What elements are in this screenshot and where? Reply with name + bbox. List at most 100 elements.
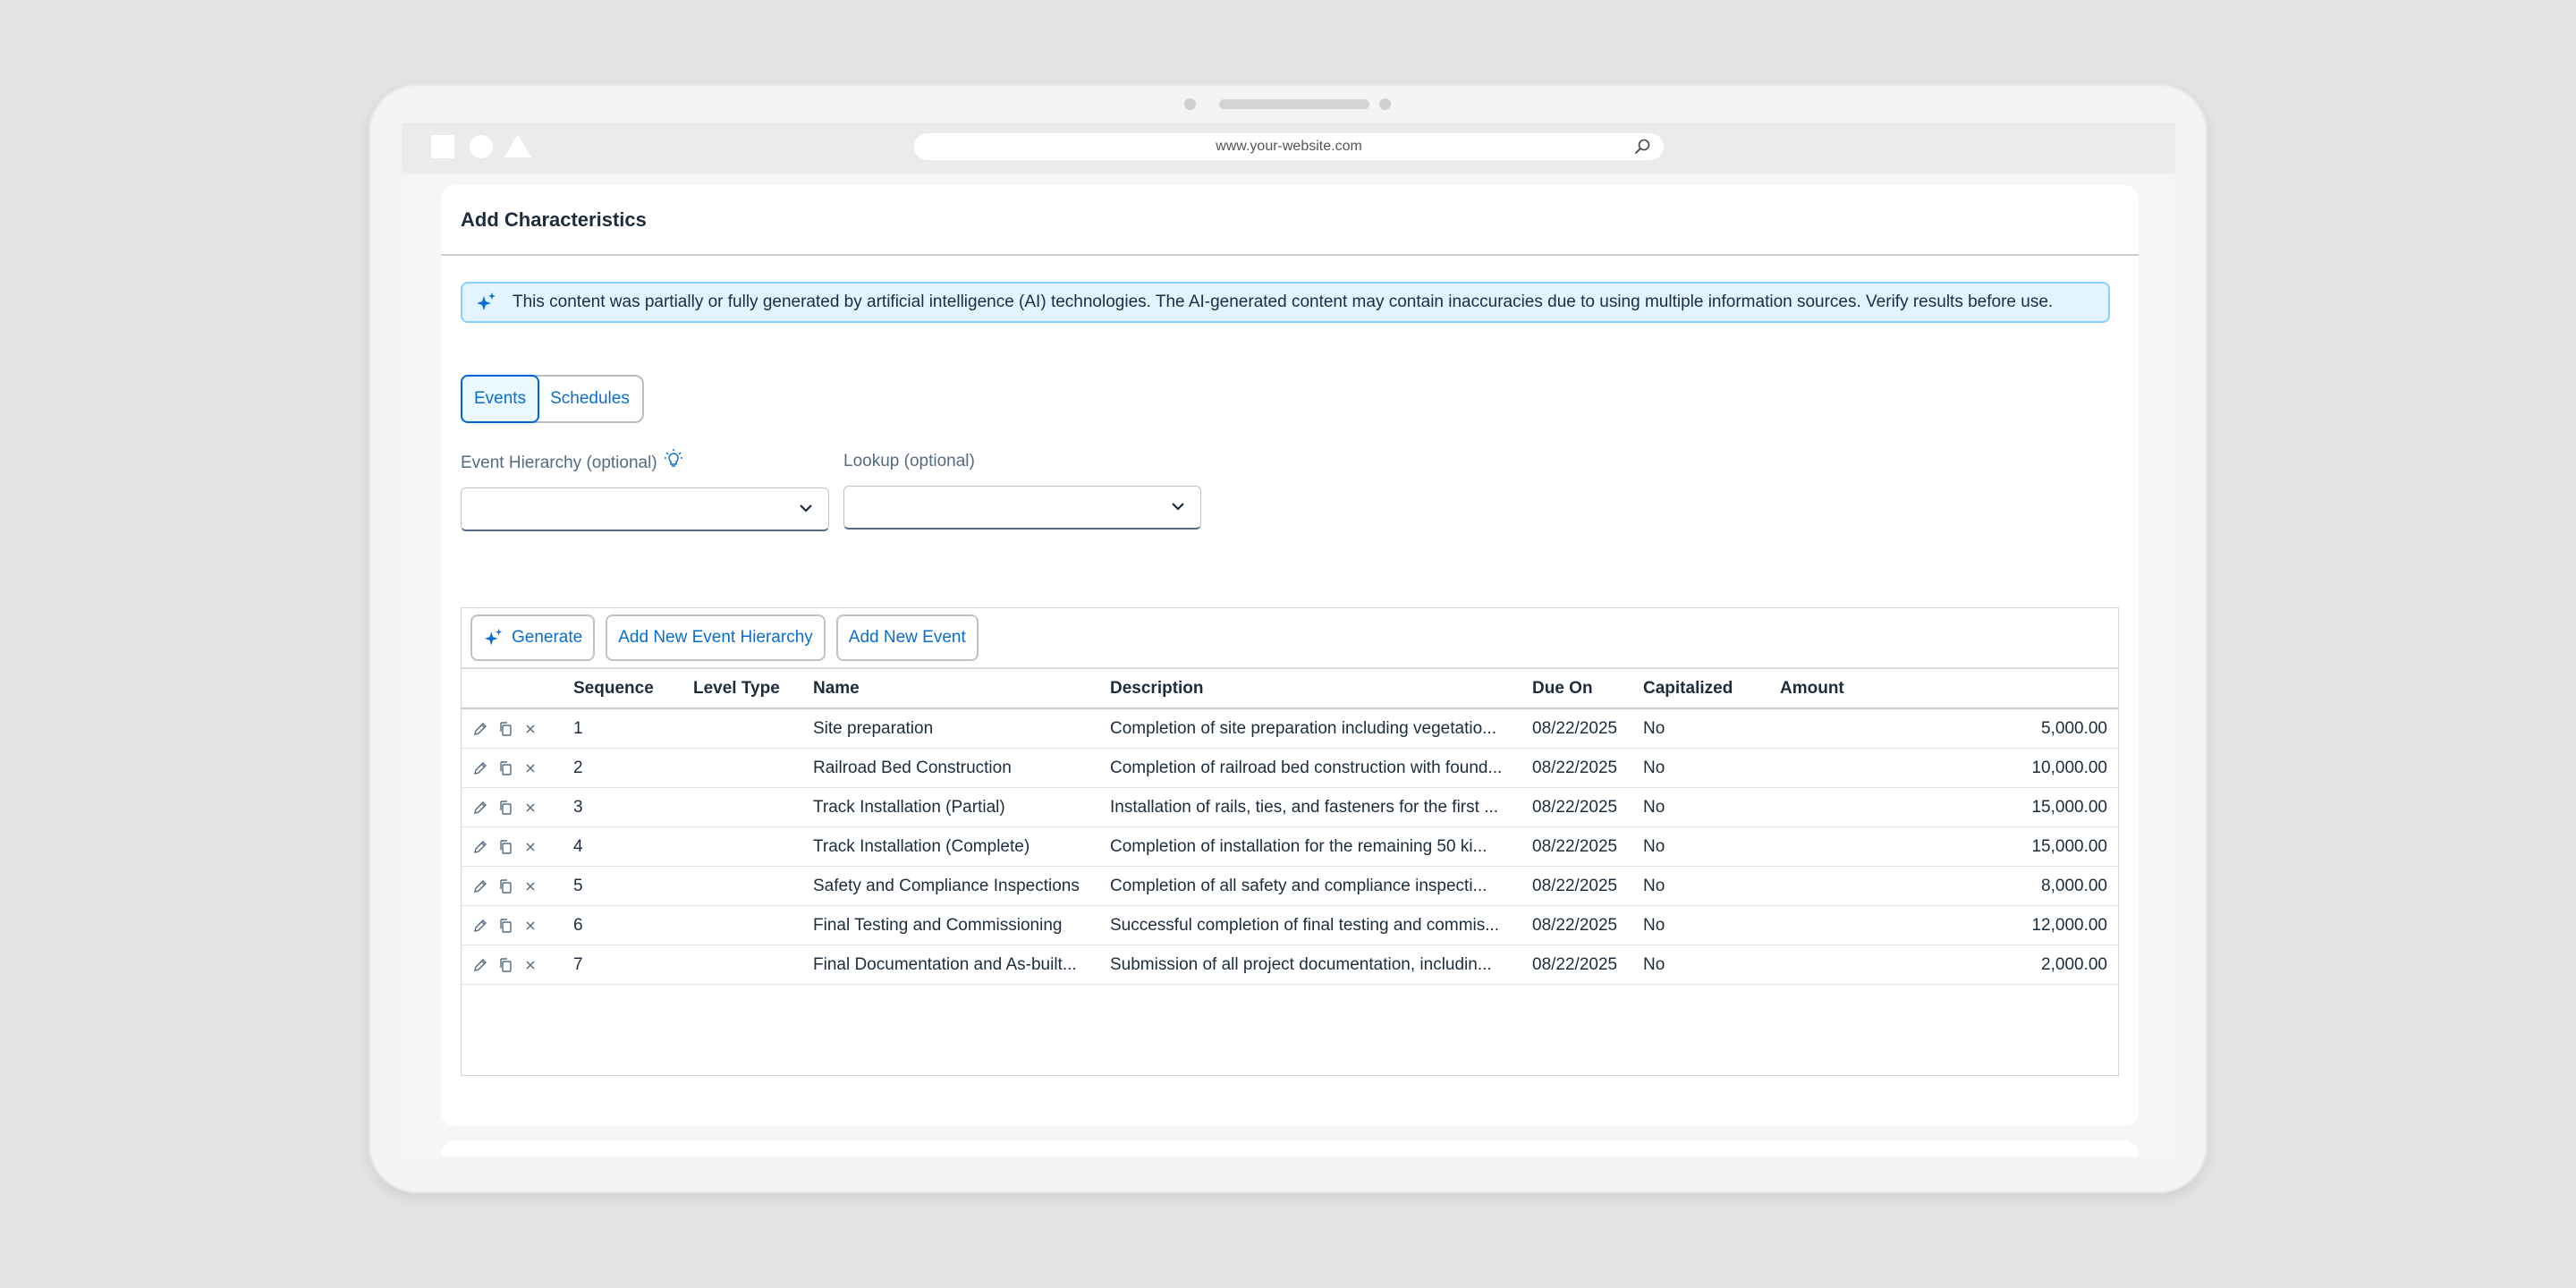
next-section-edge [441,1140,2139,1157]
copy-icon[interactable] [497,957,513,973]
edit-icon[interactable] [472,839,488,855]
table-row[interactable]: 2 Railroad Bed Construction Completion o… [462,748,2118,788]
square-shape-icon [431,135,454,158]
generate-label: Generate [512,628,583,647]
cell-description: Submission of all project documentation,… [1110,945,1532,985]
edit-icon[interactable] [472,721,488,737]
cell-amount: 15,000.00 [1780,787,2118,827]
edit-icon[interactable] [472,760,488,776]
cell-name: Track Installation (Partial) [813,787,1110,827]
cell-due-on: 08/22/2025 [1532,866,1643,906]
cell-name: Final Documentation and As-built... [813,945,1110,985]
cell-level-type [693,945,813,985]
cell-amount: 12,000.00 [1780,905,2118,945]
ai-sparkle-icon [477,292,496,310]
row-actions [462,945,573,985]
address-bar[interactable]: www.your-website.com [914,133,1664,160]
copy-icon[interactable] [497,839,513,855]
cell-description: Successful completion of final testing a… [1110,905,1532,945]
page-title: Add Characteristics [441,185,2139,256]
browser-bar: www.your-website.com [402,123,2175,171]
table-row[interactable]: 7 Final Documentation and As-built... Su… [462,945,2118,985]
row-actions [462,905,573,945]
cell-level-type [693,826,813,867]
delete-icon[interactable] [522,918,538,934]
copy-icon[interactable] [497,760,513,776]
event-hierarchy-select[interactable] [461,487,829,531]
delete-icon[interactable] [522,760,538,776]
cell-description: Completion of site preparation including… [1110,708,1532,749]
tab-schedules[interactable]: Schedules [538,377,642,421]
column-header-description[interactable]: Description [1110,669,1532,709]
row-actions [462,787,573,827]
delete-icon[interactable] [522,800,538,816]
segmented-tabs: Events Schedules [461,375,644,423]
cell-due-on: 08/22/2025 [1532,708,1643,749]
add-event-button[interactable]: Add New Event [835,614,979,661]
copy-icon[interactable] [497,721,513,737]
cell-due-on: 08/22/2025 [1532,787,1643,827]
column-header-capitalized[interactable]: Capitalized [1643,669,1780,709]
cell-capitalized: No [1643,905,1780,945]
table-toolbar: Generate Add New Event Hierarchy Add New… [462,608,2118,669]
delete-icon[interactable] [522,721,538,737]
delete-icon[interactable] [522,957,538,973]
edit-icon[interactable] [472,918,488,934]
cell-description: Completion of railroad bed construction … [1110,748,1532,788]
generate-button[interactable]: Generate [470,614,596,661]
lookup-label: Lookup (optional) [843,452,975,470]
column-header-amount[interactable]: Amount [1780,669,2118,709]
copy-icon[interactable] [497,878,513,894]
edit-icon[interactable] [472,800,488,816]
column-header-due-on[interactable]: Due On [1532,669,1643,709]
tab-events[interactable]: Events [461,375,540,423]
cell-capitalized: No [1643,748,1780,788]
lookup-select[interactable] [843,486,1201,530]
column-header-level-type[interactable]: Level Type [693,669,813,709]
triangle-shape-icon [504,134,531,157]
delete-icon[interactable] [522,839,538,855]
cell-capitalized: No [1643,787,1780,827]
column-header-name[interactable]: Name [813,669,1110,709]
copy-icon[interactable] [497,800,513,816]
table-row[interactable]: 3 Track Installation (Partial) Installat… [462,787,2118,827]
cell-level-type [693,866,813,906]
search-icon[interactable] [1633,138,1651,156]
table-row[interactable]: 6 Final Testing and Commissioning Succes… [462,905,2118,945]
cell-amount: 15,000.00 [1780,826,2118,867]
cell-sequence: 5 [573,866,693,906]
cell-name: Safety and Compliance Inspections [813,866,1110,906]
table-row[interactable]: 4 Track Installation (Complete) Completi… [462,826,2118,867]
row-actions [462,708,573,749]
table-header-row: Sequence Level Type Name Description Due… [462,669,2118,709]
cell-sequence: 3 [573,787,693,827]
row-actions [462,866,573,906]
cell-capitalized: No [1643,826,1780,867]
cell-due-on: 08/22/2025 [1532,748,1643,788]
ai-sparkle-icon [484,628,503,646]
edit-icon[interactable] [472,957,488,973]
column-header-sequence[interactable]: Sequence [573,669,693,709]
lightbulb-icon[interactable] [663,448,684,470]
cell-level-type [693,748,813,788]
table-row[interactable]: 1 Site preparation Completion of site pr… [462,708,2118,749]
events-table-panel: Generate Add New Event Hierarchy Add New… [461,607,2119,1076]
cell-level-type [693,787,813,827]
cell-level-type [693,708,813,749]
ai-disclaimer-text: This content was partially or fully gene… [513,292,2054,311]
copy-icon[interactable] [497,918,513,934]
actions-column-header [462,669,573,709]
circle-shape-icon [470,135,493,158]
cell-sequence: 2 [573,748,693,788]
cell-capitalized: No [1643,708,1780,749]
cell-name: Track Installation (Complete) [813,826,1110,867]
event-hierarchy-label-row: Event Hierarchy (optional) [461,449,684,473]
table-row[interactable]: 5 Safety and Compliance Inspections Comp… [462,866,2118,906]
delete-icon[interactable] [522,878,538,894]
row-actions [462,826,573,867]
device-frame: www.your-website.com Add Characteristics… [369,84,2207,1193]
cell-due-on: 08/22/2025 [1532,826,1643,867]
edit-icon[interactable] [472,878,488,894]
add-event-hierarchy-button[interactable]: Add New Event Hierarchy [606,614,826,661]
cell-due-on: 08/22/2025 [1532,945,1643,985]
